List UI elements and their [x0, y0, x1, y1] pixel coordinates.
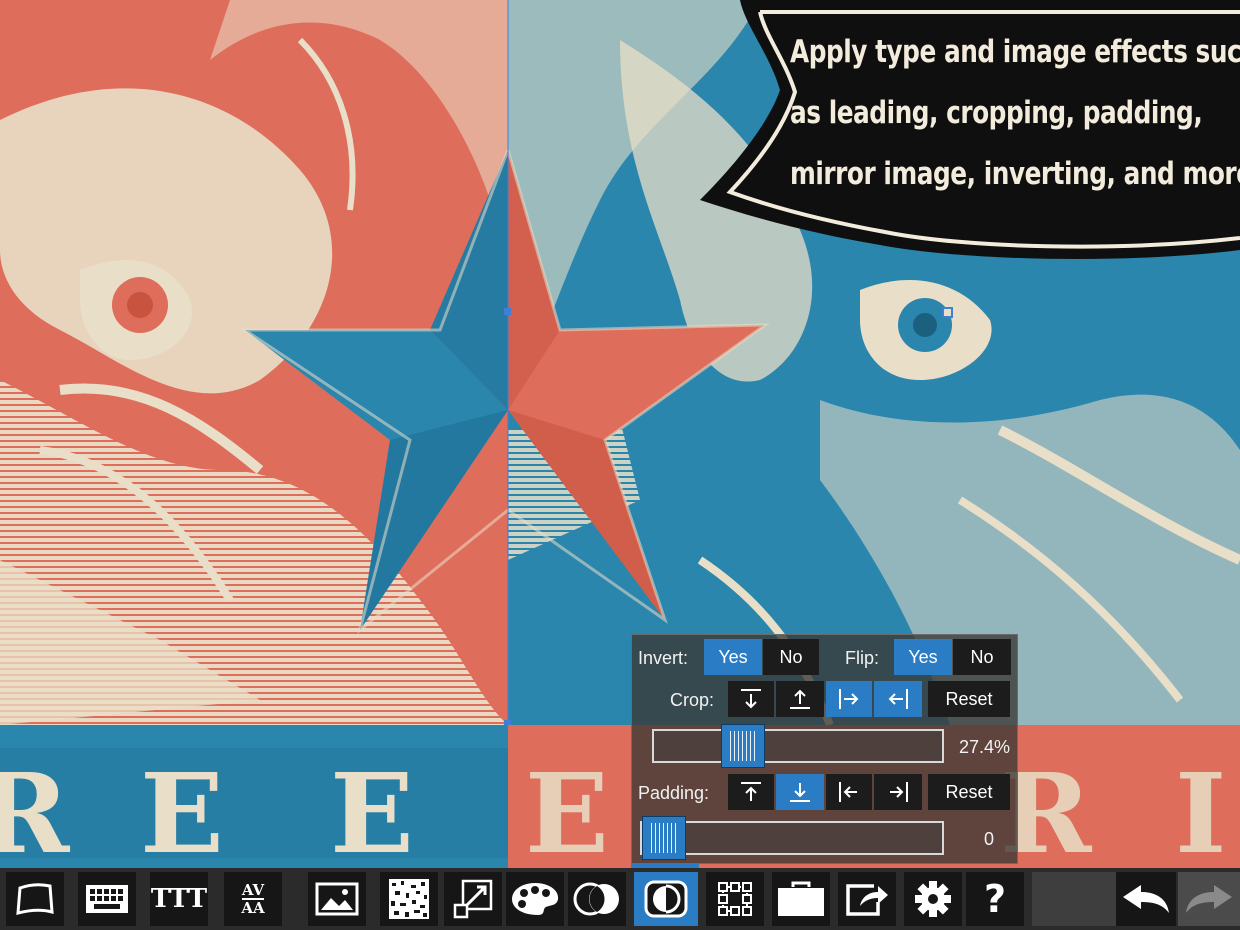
briefcase-icon [778, 881, 824, 916]
redo-button[interactable] [1178, 872, 1240, 926]
callout-line: Apply type and image effects such [790, 34, 1240, 70]
banner-letter: E [140, 749, 224, 868]
padding-bottom-button[interactable] [776, 774, 824, 810]
padding-top-icon [741, 782, 761, 801]
text-size-tool-button[interactable]: TTT [150, 872, 208, 926]
settings-icon [915, 881, 951, 917]
padding-left-button[interactable] [826, 774, 872, 810]
padding-right-icon [890, 782, 908, 802]
crop-left-icon [839, 689, 859, 709]
callout-line: as leading, cropping, padding, [790, 95, 1203, 131]
crop-right-icon [888, 689, 908, 709]
kerning-bottom-label: AA [241, 899, 265, 917]
keyboard-tool-button[interactable] [78, 872, 136, 926]
padding-left-icon [839, 782, 857, 802]
banner-left: R E E [0, 725, 508, 868]
padding-bottom-icon [790, 783, 810, 802]
crop-right-button[interactable] [874, 681, 922, 717]
bottom-toolbar: TTT AV AA ? [0, 868, 1240, 930]
palette-icon [512, 883, 559, 915]
invert-label: Invert: [638, 648, 689, 668]
design-canvas[interactable]: R E E E R I Apply type and image effects… [0, 0, 1240, 868]
padding-right-button[interactable] [874, 774, 922, 810]
crop-label: Crop: [670, 690, 715, 710]
resize-tool-button[interactable] [444, 872, 502, 926]
invert-no-button[interactable]: No [763, 639, 819, 675]
frame-icon [16, 883, 54, 915]
share-icon [846, 884, 888, 916]
settings-tool-button[interactable] [904, 872, 962, 926]
blend-icon [573, 882, 619, 916]
crop-top-button[interactable] [728, 681, 774, 717]
flip-yes-button[interactable]: Yes [894, 639, 952, 675]
crop-value: 27.4% [958, 737, 1010, 757]
callout-line: mirror image, inverting, and more. [790, 156, 1240, 192]
frame-tool-button[interactable] [6, 872, 64, 926]
flip-no-button[interactable]: No [953, 639, 1011, 675]
padding-slider-thumb[interactable] [642, 816, 686, 860]
crop-slider[interactable] [652, 724, 944, 768]
undo-button[interactable] [1116, 872, 1176, 926]
invert-yes-button[interactable]: Yes [704, 639, 762, 675]
banner-letter: R [0, 749, 71, 868]
crop-bottom-button[interactable] [776, 681, 824, 717]
palette-tool-button[interactable] [506, 872, 564, 926]
undo-icon [1123, 885, 1169, 913]
effects-panel: Invert: Yes No Flip: Yes No Crop: Reset … [631, 634, 1018, 864]
flip-label: Flip: [845, 648, 880, 668]
help-tool-button[interactable]: ? [966, 872, 1024, 926]
image-icon [315, 882, 359, 916]
effects-tool-button[interactable] [634, 872, 698, 926]
toolbar-spacer [1032, 872, 1116, 926]
resize-icon [453, 879, 493, 919]
banner-letter: E [525, 749, 609, 868]
padding-reset-button[interactable]: Reset [928, 774, 1010, 810]
kerning-icon: AV AA [241, 882, 264, 916]
text-size-icon: TTT [150, 884, 208, 914]
blend-tool-button[interactable] [568, 872, 626, 926]
texture-tool-button[interactable] [380, 872, 438, 926]
banner-letter: E [330, 749, 414, 868]
effects-icon [644, 880, 688, 918]
image-tool-button[interactable] [308, 872, 366, 926]
crop-reset-button[interactable]: Reset [928, 681, 1010, 717]
crop-bottom-icon [790, 689, 810, 709]
callout-text: Apply type and image effects such as lea… [790, 22, 1240, 205]
briefcase-tool-button[interactable] [772, 872, 830, 926]
padding-top-button[interactable] [728, 774, 774, 810]
transform-icon [718, 882, 752, 916]
padding-label: Padding: [638, 783, 710, 803]
redo-icon [1186, 885, 1232, 913]
keyboard-icon [86, 885, 128, 913]
share-tool-button[interactable] [838, 872, 896, 926]
selection-handle[interactable] [942, 307, 953, 318]
kerning-tool-button[interactable]: AV AA [224, 872, 282, 926]
crop-slider-thumb[interactable] [720, 724, 765, 768]
crop-top-icon [741, 689, 761, 709]
transform-tool-button[interactable] [706, 872, 764, 926]
selection-handle[interactable] [504, 308, 511, 315]
texture-icon [389, 879, 429, 919]
kerning-top-label: AV [241, 881, 265, 900]
padding-value: 0 [983, 829, 994, 849]
padding-slider[interactable] [640, 816, 944, 860]
help-icon: ? [983, 877, 1007, 921]
banner-letter: I [1175, 749, 1226, 868]
crop-left-button[interactable] [826, 681, 872, 717]
